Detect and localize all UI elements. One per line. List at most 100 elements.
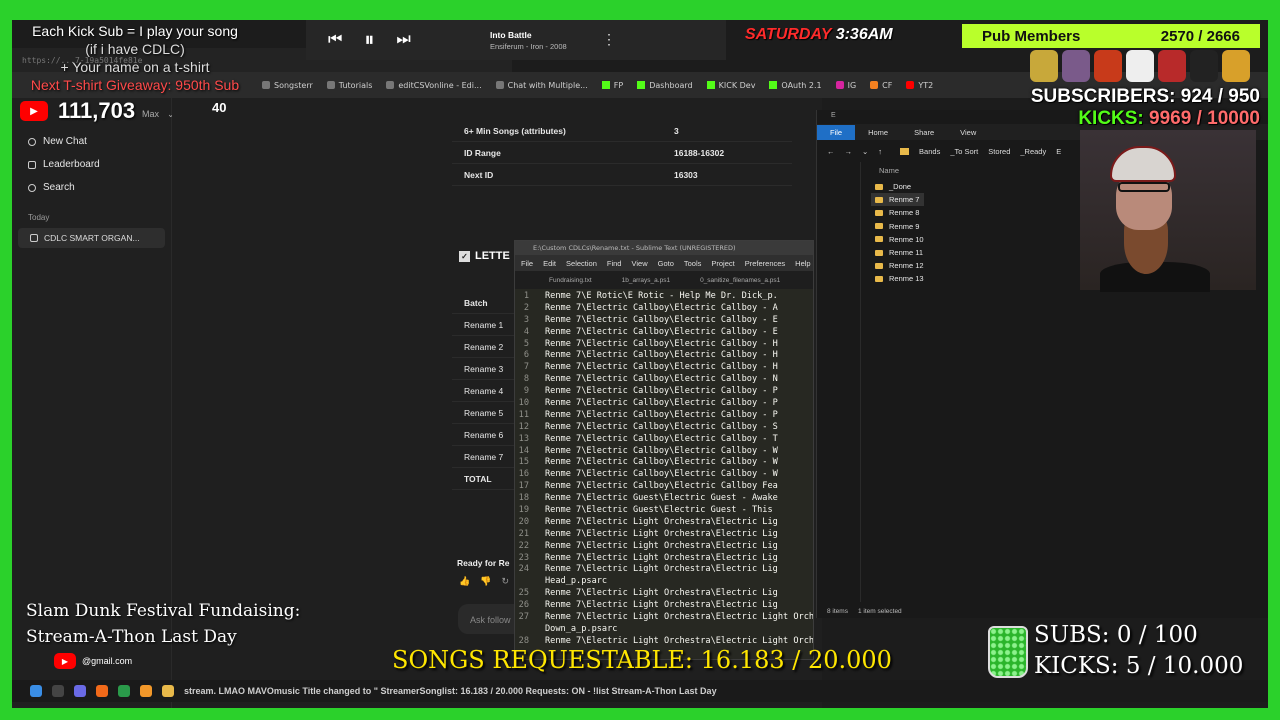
chrome-icon[interactable] bbox=[118, 685, 130, 697]
code-line[interactable]: 15 Renme 7\Electric Callboy\Electric Call… bbox=[515, 457, 813, 469]
pause-icon[interactable]: ⏸ bbox=[364, 29, 374, 52]
code-line[interactable]: 13 Renme 7\Electric Callboy\Electric Call… bbox=[515, 434, 813, 446]
sidebar-item-new-chat[interactable]: New Chat bbox=[12, 130, 171, 153]
previous-icon[interactable]: ⏮ bbox=[328, 31, 342, 49]
menu-find[interactable]: Find bbox=[607, 259, 622, 268]
code-line[interactable]: 17 Renme 7\Electric Callboy\Electric Call… bbox=[515, 481, 813, 493]
code-line[interactable]: 21 Renme 7\Electric Light Orchestra\Elect… bbox=[515, 529, 813, 541]
bookmark-oauth[interactable]: OAuth 2.1 bbox=[769, 81, 822, 90]
up-icon[interactable]: ↑ bbox=[878, 147, 882, 156]
breadcrumb-item[interactable]: Stored bbox=[988, 147, 1010, 156]
code-line[interactable]: 14 Renme 7\Electric Callboy\Electric Call… bbox=[515, 446, 813, 458]
menu-preferences[interactable]: Preferences bbox=[745, 259, 785, 268]
tab-sanitize[interactable]: 0_sanitize_filenames_a.ps1 bbox=[700, 277, 780, 284]
bookmark-yt2[interactable]: YT2 bbox=[906, 81, 933, 90]
code-line[interactable]: 16 Renme 7\Electric Callboy\Electric Call… bbox=[515, 469, 813, 481]
menu-tools[interactable]: Tools bbox=[684, 259, 702, 268]
bookmark-fp[interactable]: FP bbox=[601, 81, 623, 90]
code-line[interactable]: 20 Renme 7\Electric Light Orchestra\Elect… bbox=[515, 517, 813, 529]
bookmark-tutorials[interactable]: Tutorials bbox=[326, 81, 372, 90]
code-line[interactable]: Down_a_p.psarc bbox=[515, 624, 813, 636]
bookmark-dashboard[interactable]: Dashboard bbox=[637, 81, 693, 90]
windows-icon[interactable] bbox=[30, 685, 42, 697]
code-line[interactable]: 9 Renme 7\Electric Callboy\Electric Callb… bbox=[515, 386, 813, 398]
breadcrumb-item[interactable]: _Ready bbox=[1020, 147, 1046, 156]
chevron-down-icon[interactable]: ⌄ bbox=[862, 147, 868, 156]
code-line[interactable]: 22 Renme 7\Electric Light Orchestra\Elect… bbox=[515, 541, 813, 553]
more-icon[interactable]: ⋮ bbox=[602, 31, 616, 48]
breadcrumb-item[interactable]: E bbox=[1056, 147, 1061, 156]
explorer-icon[interactable] bbox=[162, 685, 174, 697]
list-item[interactable]: Renme 10 bbox=[871, 233, 924, 246]
folder-icon bbox=[875, 223, 883, 230]
terminal-icon[interactable] bbox=[52, 685, 64, 697]
bookmark-songsterr[interactable]: Songsterr bbox=[262, 81, 313, 90]
code-editor[interactable]: 1 Renme 7\E Rotic\E Rotic - Help Me Dr. D… bbox=[515, 289, 813, 648]
code-line[interactable]: 8 Renme 7\Electric Callboy\Electric Callb… bbox=[515, 374, 813, 386]
list-item[interactable]: _Done bbox=[871, 180, 924, 193]
next-icon[interactable]: ⏭ bbox=[396, 31, 410, 49]
bookmark-kick-dev[interactable]: KICK Dev bbox=[706, 81, 755, 90]
code-line[interactable]: 6 Renme 7\Electric Callboy\Electric Callb… bbox=[515, 350, 813, 362]
menu-project[interactable]: Project bbox=[711, 259, 734, 268]
forward-icon[interactable]: → bbox=[845, 147, 853, 156]
app-icon[interactable] bbox=[74, 685, 86, 697]
code-line[interactable]: 23 Renme 7\Electric Light Orchestra\Elect… bbox=[515, 553, 813, 565]
breadcrumb-item[interactable]: _To Sort bbox=[950, 147, 978, 156]
code-line[interactable]: 11 Renme 7\Electric Callboy\Electric Call… bbox=[515, 410, 813, 422]
code-line[interactable]: 12 Renme 7\Electric Callboy\Electric Call… bbox=[515, 422, 813, 434]
sidebar-item-search[interactable]: Search bbox=[12, 176, 171, 199]
taskbar: stream. LMAO MAVOmusic Title changed to … bbox=[12, 680, 1268, 702]
list-item[interactable]: Renme 13 bbox=[871, 272, 924, 285]
list-item[interactable]: Renme 11 bbox=[871, 246, 924, 259]
thumbs-down-icon[interactable]: 👎 bbox=[480, 576, 491, 587]
code-line[interactable]: 3 Renme 7\Electric Callboy\Electric Callb… bbox=[515, 315, 813, 327]
chat-history-item[interactable]: CDLC SMART ORGAN... bbox=[18, 228, 165, 248]
sidebar-item-leaderboard[interactable]: Leaderboard bbox=[12, 153, 171, 176]
tab-home[interactable]: Home bbox=[855, 125, 901, 140]
back-icon[interactable]: ← bbox=[827, 147, 835, 156]
brave-icon[interactable] bbox=[96, 685, 108, 697]
sublime-icon[interactable] bbox=[140, 685, 152, 697]
code-line[interactable]: 27 Renme 7\Electric Light Orchestra\Elect… bbox=[515, 612, 813, 624]
list-item[interactable]: Renme 12 bbox=[871, 259, 924, 272]
bookmark-cf[interactable]: CF bbox=[870, 81, 892, 90]
code-line[interactable]: 18 Renme 7\Electric Guest\Electric Guest … bbox=[515, 493, 813, 505]
folder-icon bbox=[875, 209, 883, 216]
code-line[interactable]: 2 Renme 7\Electric Callboy\Electric Callb… bbox=[515, 303, 813, 315]
list-item[interactable]: Renme 7 bbox=[871, 193, 924, 207]
code-line[interactable]: 7 Renme 7\Electric Callboy\Electric Callb… bbox=[515, 362, 813, 374]
tab-view[interactable]: View bbox=[947, 125, 989, 140]
menu-edit[interactable]: Edit bbox=[543, 259, 556, 268]
navigation-pane[interactable] bbox=[817, 162, 861, 602]
list-item[interactable]: Renme 8 bbox=[871, 206, 924, 219]
column-header[interactable]: Name bbox=[871, 166, 924, 180]
menu-selection[interactable]: Selection bbox=[566, 259, 597, 268]
menu-view[interactable]: View bbox=[631, 259, 647, 268]
code-line[interactable]: 19 Renme 7\Electric Guest\Electric Guest … bbox=[515, 505, 813, 517]
code-line[interactable]: 24 Renme 7\Electric Light Orchestra\Elect… bbox=[515, 564, 813, 576]
code-line[interactable]: 25 Renme 7\Electric Light Orchestra\Elect… bbox=[515, 588, 813, 600]
line-text: Renme 7\Electric Callboy\Electric Callbo… bbox=[545, 338, 778, 349]
list-item[interactable]: Renme 9 bbox=[871, 220, 924, 233]
breadcrumb-item[interactable]: Bands bbox=[919, 147, 940, 156]
code-line[interactable]: 5 Renme 7\Electric Callboy\Electric Callb… bbox=[515, 339, 813, 351]
tab-share[interactable]: Share bbox=[901, 125, 947, 140]
tab-arrays[interactable]: 1b_arrays_a.ps1 bbox=[622, 277, 670, 284]
thumbs-up-icon[interactable]: 👍 bbox=[459, 576, 470, 587]
menu-file[interactable]: File bbox=[521, 259, 533, 268]
status-selected: 1 item selected bbox=[857, 607, 902, 615]
menu-goto[interactable]: Goto bbox=[658, 259, 674, 268]
bookmark-editcsv[interactable]: editCSVonline - Edi... bbox=[386, 81, 482, 90]
bookmark-chat[interactable]: Chat with Multiple... bbox=[495, 81, 588, 90]
code-line[interactable]: 4 Renme 7\Electric Callboy\Electric Callb… bbox=[515, 327, 813, 339]
tab-fundraising[interactable]: Fundraising.txt bbox=[549, 277, 592, 284]
menu-help[interactable]: Help bbox=[795, 259, 810, 268]
code-line[interactable]: 1 Renme 7\E Rotic\E Rotic - Help Me Dr. D… bbox=[515, 291, 813, 303]
code-line[interactable]: 10 Renme 7\Electric Callboy\Electric Call… bbox=[515, 398, 813, 410]
code-line[interactable]: Head_p.psarc bbox=[515, 576, 813, 588]
bookmark-ig[interactable]: IG bbox=[835, 81, 856, 90]
regenerate-icon[interactable]: ↻ bbox=[501, 576, 509, 587]
code-line[interactable]: 26 Renme 7\Electric Light Orchestra\Elect… bbox=[515, 600, 813, 612]
tab-file[interactable]: File bbox=[817, 124, 856, 140]
